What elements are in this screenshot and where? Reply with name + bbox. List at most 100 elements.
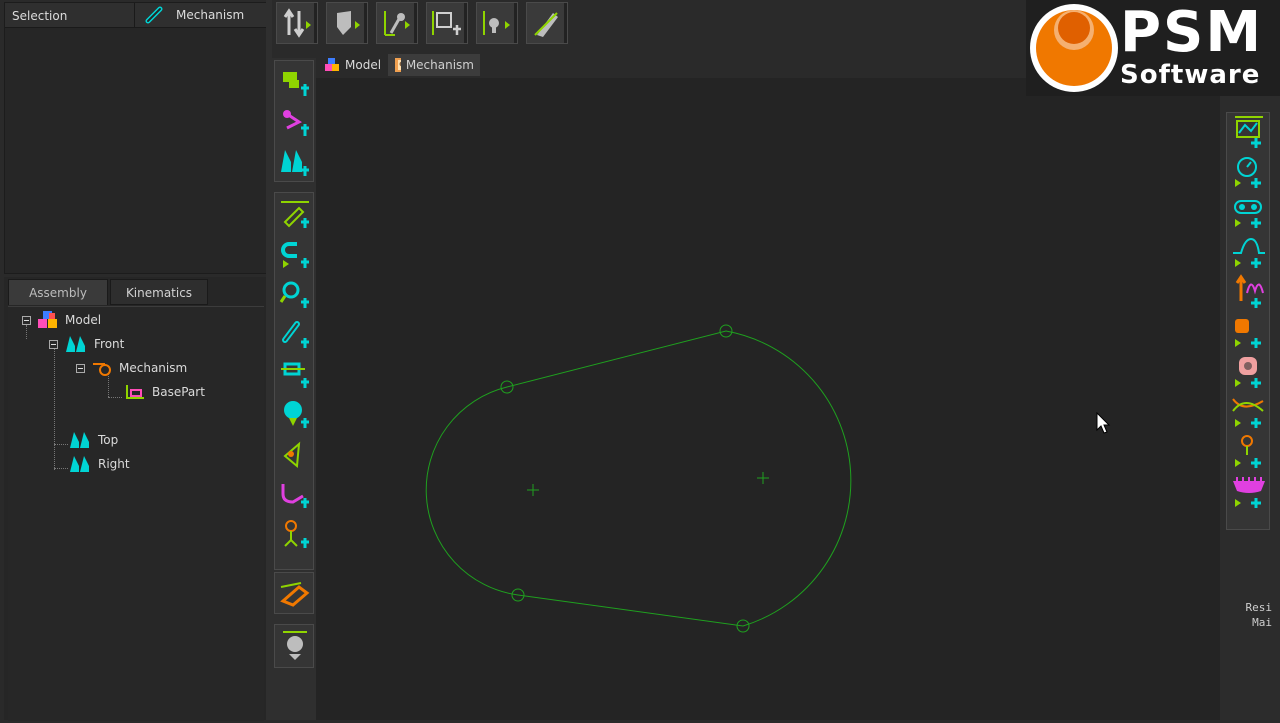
tree-label: Model xyxy=(65,313,102,327)
shield-icon xyxy=(337,11,360,35)
add-intersect-icon xyxy=(1232,398,1264,428)
toolbar-group-ground xyxy=(274,624,314,668)
add-tracer-button[interactable] xyxy=(1231,433,1267,471)
bulb-button[interactable] xyxy=(476,2,518,44)
tree-label: Right xyxy=(98,457,130,471)
center-mark xyxy=(527,484,539,496)
doc-tab-label: Model xyxy=(345,58,382,72)
right-panel-text: Resi Mai xyxy=(1232,600,1273,630)
mechanism-icon xyxy=(93,363,111,376)
collapse-toggle[interactable] xyxy=(76,363,85,373)
add-link-icon xyxy=(282,321,309,348)
doc-tab-model[interactable]: Model xyxy=(318,54,388,76)
add-link-button[interactable] xyxy=(277,315,313,353)
tree-panel: Assembly Kinematics Model Front Mechanis… xyxy=(4,277,268,721)
add-point-button[interactable] xyxy=(277,435,313,473)
add-magnet-button[interactable] xyxy=(277,235,313,273)
selection-panel: Selection Mechanism xyxy=(4,2,268,274)
mechanism-icon xyxy=(395,58,401,72)
add-graph-icon xyxy=(1235,116,1263,148)
left-toolbar xyxy=(272,58,316,720)
joint-button[interactable] xyxy=(376,2,418,44)
model-icon xyxy=(38,311,57,328)
add-search-icon xyxy=(279,281,309,308)
add-sketch-button[interactable] xyxy=(277,195,313,233)
add-motor-button[interactable] xyxy=(1231,153,1267,191)
belt-outline xyxy=(425,330,852,627)
plane-icon xyxy=(70,432,89,448)
toolbar-group-create xyxy=(274,60,314,182)
add-pulley-button[interactable] xyxy=(1231,193,1267,231)
add-graph-button[interactable] xyxy=(1231,113,1267,151)
add-2d-button[interactable] xyxy=(1231,353,1267,391)
joint-icon xyxy=(384,11,410,36)
add-intersect-button[interactable] xyxy=(1231,393,1267,431)
tree-item-model[interactable]: Model xyxy=(22,309,101,331)
logo-circle-icon xyxy=(1030,4,1118,92)
bulb-icon xyxy=(483,11,510,35)
collapse-toggle[interactable] xyxy=(22,315,31,325)
kinematics-add-icon xyxy=(283,8,311,38)
model-icon xyxy=(325,58,339,71)
right-text-line2: Mai xyxy=(1252,616,1272,629)
add-force-icon xyxy=(1235,274,1264,308)
tree-label: Mechanism xyxy=(119,361,188,375)
right-toolbar xyxy=(1226,112,1270,530)
add-plane-button[interactable] xyxy=(277,143,313,181)
doc-tab-label: Mechanism xyxy=(405,58,474,72)
add-plane-icon xyxy=(281,150,309,176)
tree-item-right[interactable]: Right xyxy=(68,453,130,475)
plane-icon xyxy=(66,336,85,352)
selection-column-label: Selection xyxy=(5,3,135,27)
add-curve-button[interactable] xyxy=(277,475,313,513)
add-pulley-icon xyxy=(1234,200,1262,228)
selection-header: Selection Mechanism xyxy=(5,3,267,28)
tree-item-mechanism[interactable]: Mechanism xyxy=(76,357,187,379)
tab-assembly[interactable]: Assembly xyxy=(8,279,108,305)
tab-kinematics[interactable]: Kinematics xyxy=(110,279,208,305)
tree-item-basepart[interactable]: BasePart xyxy=(124,381,205,403)
mouse-cursor-icon xyxy=(1096,412,1111,434)
pen-button[interactable] xyxy=(526,2,568,44)
add-mechanism-icon xyxy=(283,110,309,136)
add-part-button[interactable] xyxy=(277,63,313,101)
kinematics-add-button[interactable] xyxy=(276,2,318,44)
add-cam-icon xyxy=(284,401,309,428)
add-block-icon xyxy=(1235,319,1261,348)
add-search-button[interactable] xyxy=(277,275,313,313)
tree-item-top[interactable]: Top xyxy=(68,429,118,451)
ground-icon xyxy=(283,631,307,660)
collapse-toggle[interactable] xyxy=(49,339,58,349)
shield-button[interactable] xyxy=(326,2,368,44)
add-point-icon xyxy=(283,441,301,468)
add-motor-icon xyxy=(1235,157,1261,188)
add-profile-icon xyxy=(1233,237,1265,268)
frame-add-button[interactable] xyxy=(426,2,468,44)
assembly-tree: Model Front Mechanism BasePart Top Right xyxy=(8,306,264,721)
basepart-icon xyxy=(126,385,144,399)
add-block-button[interactable] xyxy=(1231,313,1267,351)
add-sketch-icon xyxy=(281,201,309,228)
toolbar-group-elements xyxy=(274,192,314,570)
logo-text-software: Software xyxy=(1120,60,1261,90)
eraser-button[interactable] xyxy=(277,574,313,612)
add-mechanism-button[interactable] xyxy=(277,103,313,141)
add-gear-button[interactable] xyxy=(1231,473,1267,511)
add-slider-button[interactable] xyxy=(277,355,313,393)
ground-button[interactable] xyxy=(277,627,313,665)
tree-item-front[interactable]: Front xyxy=(49,333,124,355)
pen-icon xyxy=(534,12,558,37)
add-tracer-icon xyxy=(1235,435,1261,468)
doc-tab-mechanism[interactable]: Mechanism xyxy=(388,54,480,76)
add-pin-button[interactable] xyxy=(277,515,313,553)
add-gear-icon xyxy=(1233,477,1265,508)
frame-add-icon xyxy=(432,11,461,35)
right-text-line1: Resi xyxy=(1245,601,1273,614)
add-force-button[interactable] xyxy=(1231,273,1267,311)
add-cam-button[interactable] xyxy=(277,395,313,433)
add-profile-button[interactable] xyxy=(1231,233,1267,271)
add-part-icon xyxy=(283,72,309,96)
add-magnet-icon xyxy=(281,242,309,268)
sketch-canvas[interactable] xyxy=(316,78,1220,720)
selection-current-item[interactable]: Mechanism xyxy=(136,3,267,27)
